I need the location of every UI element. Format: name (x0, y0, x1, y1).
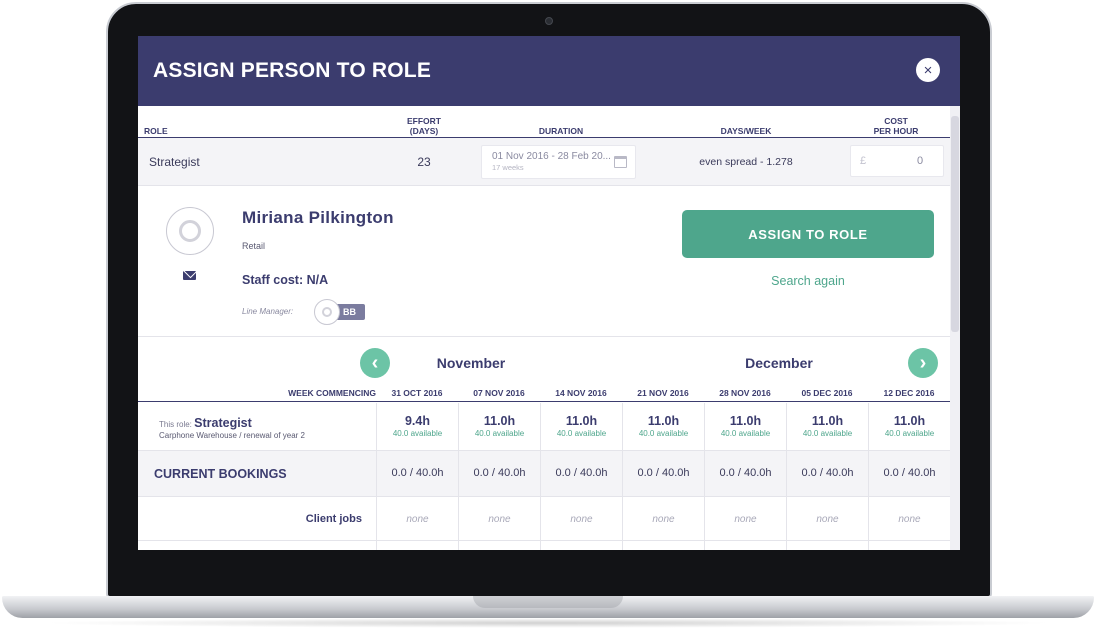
calendar-icon[interactable] (614, 156, 627, 168)
booking-cell: 0.0 / 40.0h (786, 451, 868, 496)
this-role-name: Strategist (194, 416, 252, 430)
current-bookings-row: CURRENT BOOKINGS 0.0 / 40.0h 0.0 / 40.0h… (138, 451, 950, 497)
chevron-left-icon[interactable]: ‹ (360, 348, 390, 378)
envelope-icon[interactable] (183, 271, 196, 280)
booking-cell: 0.0 / 40.0h (376, 451, 458, 496)
assign-to-role-button[interactable]: ASSIGN TO ROLE (682, 210, 934, 258)
person-department: Retail (242, 241, 266, 251)
month-december: December (745, 355, 813, 371)
this-role-row: This role: Strategist Carphone Warehouse… (138, 403, 950, 451)
scrollbar-thumb[interactable] (951, 116, 959, 332)
laptop-camera (545, 17, 553, 25)
next-row-partial (138, 541, 950, 550)
laptop-shadow (40, 618, 1056, 628)
screen: ASSIGN PERSON TO ROLE × ROLE EFFORT (DAY… (138, 36, 960, 550)
person-name: Miriana Pilkington (242, 208, 394, 227)
header-cost: COST PER HOUR (873, 116, 919, 136)
effort-value: 23 (417, 155, 431, 169)
client-job-cell: none (458, 497, 540, 540)
week-cell: 11.0h 40.0 available (704, 403, 786, 450)
booking-cell: 0.0 / 40.0h (540, 451, 622, 496)
header-effort: EFFORT (DAYS) (407, 116, 441, 136)
week-date: 28 NOV 2016 (719, 388, 771, 398)
close-icon[interactable]: × (916, 58, 940, 82)
modal-body: ROLE EFFORT (DAYS) DURATION DAYS/WEEK CO… (138, 106, 950, 550)
booking-cell: 0.0 / 40.0h (458, 451, 540, 496)
client-jobs-label: Client jobs (305, 513, 362, 525)
booking-cell: 0.0 / 40.0h (704, 451, 786, 496)
week-date: 21 NOV 2016 (637, 388, 689, 398)
duration-field[interactable]: 01 Nov 2016 - 28 Feb 20... 17 weeks (481, 145, 636, 179)
week-date: 07 NOV 2016 (473, 388, 525, 398)
client-job-cell: none (704, 497, 786, 540)
current-bookings-label: CURRENT BOOKINGS (154, 467, 287, 481)
currency-symbol: £ (860, 155, 867, 167)
avatar (166, 207, 214, 255)
week-date: 12 DEC 2016 (883, 388, 935, 398)
laptop-notch (473, 596, 623, 608)
client-job-cell: none (786, 497, 868, 540)
week-cell: 11.0h 40.0 available (868, 403, 950, 450)
header-days-week: DAYS/WEEK (720, 126, 772, 136)
month-november: November (436, 355, 506, 371)
week-cell: 9.4h 40.0 available (376, 403, 458, 450)
staff-cost: Staff cost: N/A (242, 273, 329, 287)
week-cell: 11.0h 40.0 available (458, 403, 540, 450)
person-card: Miriana Pilkington Retail Staff cost: N/… (138, 186, 950, 337)
header-role: ROLE (144, 126, 168, 136)
cost-value: 0 (917, 155, 924, 167)
client-jobs-row: Client jobs none none none none none non… (138, 497, 950, 541)
week-commencing-label: WEEK COMMENCING (288, 388, 376, 398)
this-role-project: Carphone Warehouse / renewal of year 2 (159, 431, 306, 440)
week-date: 14 NOV 2016 (555, 388, 607, 398)
search-again-link[interactable]: Search again (682, 274, 934, 288)
week-cell: 11.0h 40.0 available (622, 403, 704, 450)
line-manager-label: Line Manager: (242, 307, 294, 316)
week-date: 31 OCT 2016 (391, 388, 443, 398)
scrollbar[interactable] (950, 106, 960, 550)
role-name: Strategist (149, 155, 200, 169)
week-cell: 11.0h 40.0 available (786, 403, 868, 450)
header-duration: DURATION (538, 126, 584, 136)
client-job-cell: none (622, 497, 704, 540)
week-commencing-row: WEEK COMMENCING 31 OCT 2016 07 NOV 2016 … (138, 382, 950, 402)
cost-per-hour-input[interactable]: £ 0 (850, 145, 944, 177)
booking-cell: 0.0 / 40.0h (868, 451, 950, 496)
booking-cell: 0.0 / 40.0h (622, 451, 704, 496)
line-manager-avatar (314, 299, 340, 325)
this-role-prefix: This role: (159, 420, 192, 429)
client-job-cell: none (868, 497, 950, 540)
chevron-right-icon[interactable]: › (908, 348, 938, 378)
client-job-cell: none (540, 497, 622, 540)
this-role-info: This role: Strategist Carphone Warehouse… (159, 416, 305, 440)
modal-title: ASSIGN PERSON TO ROLE (153, 59, 432, 82)
week-date: 05 DEC 2016 (801, 388, 853, 398)
days-week-value: even spread - 1.278 (699, 156, 793, 168)
week-cell: 11.0h 40.0 available (540, 403, 622, 450)
modal-header: ASSIGN PERSON TO ROLE × (138, 36, 960, 106)
role-row: Strategist 23 01 Nov 2016 - 28 Feb 20...… (138, 138, 950, 186)
client-job-cell: none (376, 497, 458, 540)
role-table-header: ROLE EFFORT (DAYS) DURATION DAYS/WEEK CO… (138, 106, 950, 138)
